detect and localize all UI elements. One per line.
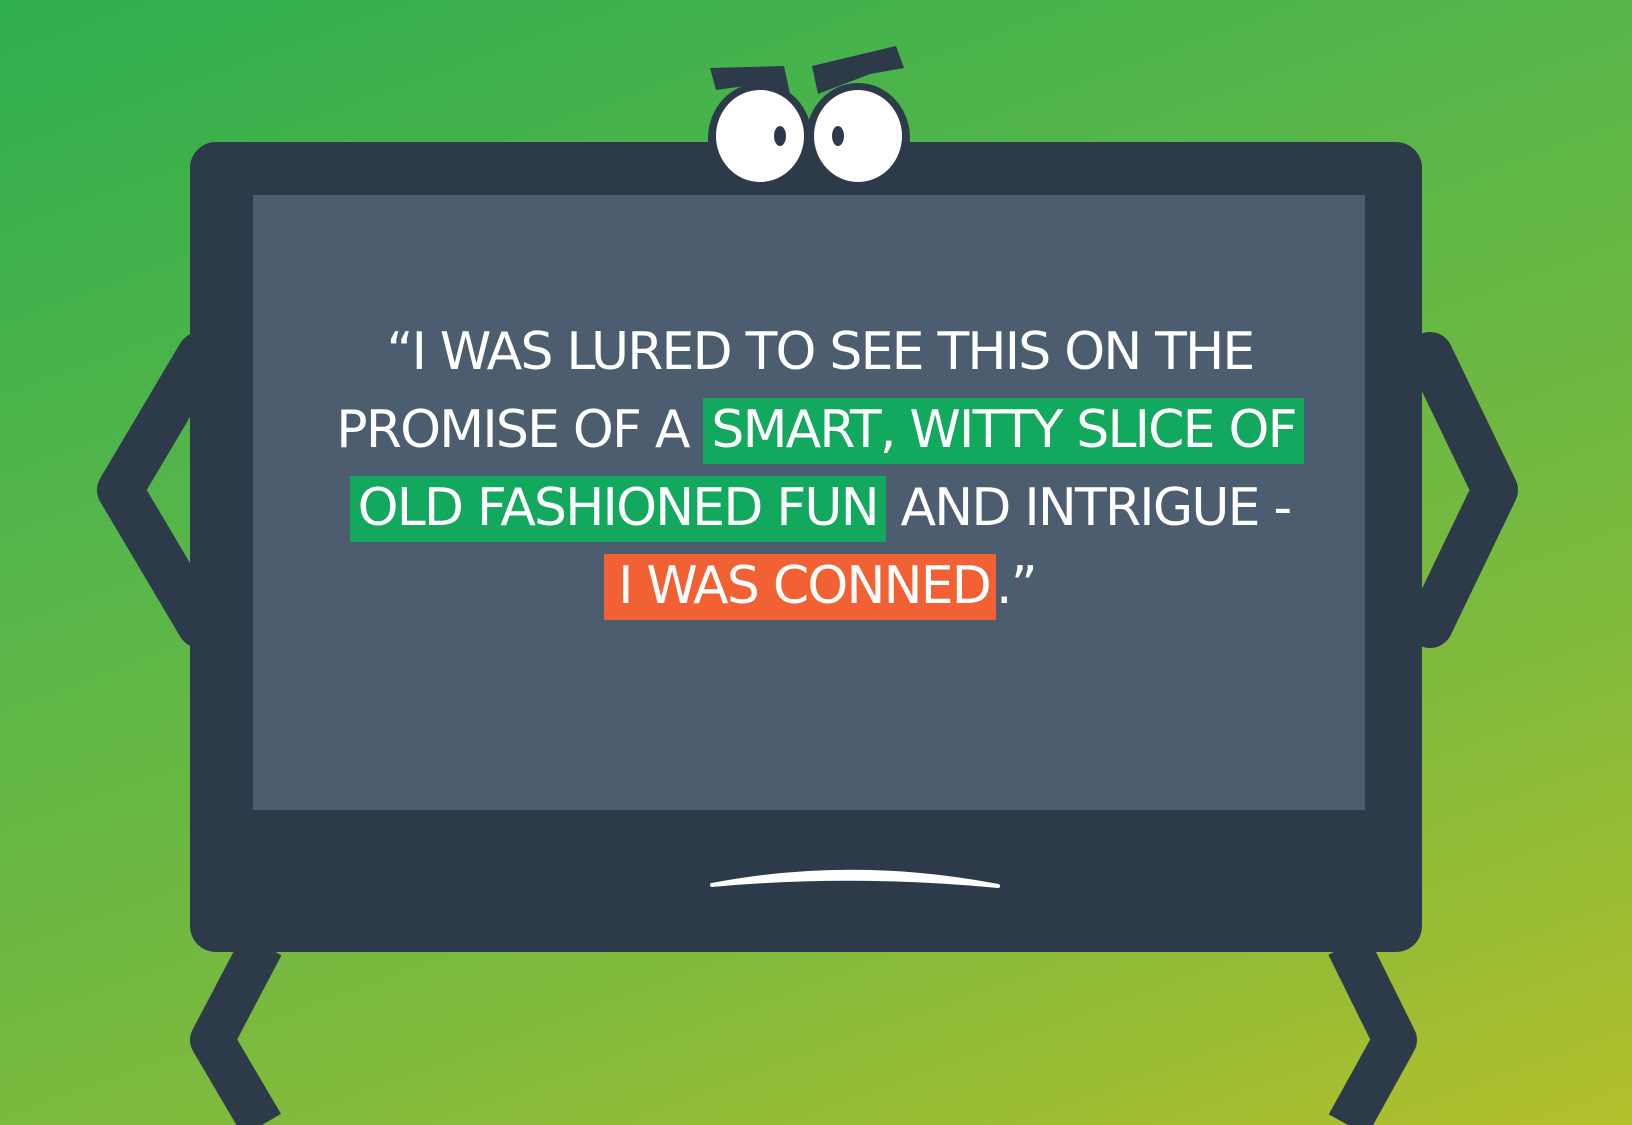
green-highlight: OLD FASHIONED FUN bbox=[349, 476, 886, 542]
left-leg-icon bbox=[190, 934, 282, 1125]
right-pupil-icon bbox=[832, 126, 844, 146]
left-pupil-icon bbox=[774, 126, 786, 146]
green-highlight: SMART, WITTY SLICE OF bbox=[703, 398, 1304, 464]
review-quote: “I WAS LURED TO SEE THIS ON THE PROMISE … bbox=[275, 313, 1365, 625]
quote-text: PROMISE OF A bbox=[336, 400, 704, 460]
orange-highlight: I WAS CONNED bbox=[604, 554, 996, 620]
left-arm-icon bbox=[97, 332, 223, 648]
quote-text: AND INTRIGUE - bbox=[885, 478, 1293, 538]
quote-line-3: OLD FASHIONED FUN AND INTRIGUE - bbox=[275, 469, 1365, 547]
quote-text: .” bbox=[996, 556, 1038, 616]
quote-text: “I WAS LURED TO SEE THIS ON THE bbox=[386, 322, 1256, 382]
quote-line-2: PROMISE OF A SMART, WITTY SLICE OF bbox=[275, 391, 1365, 469]
right-arm-icon bbox=[1407, 332, 1518, 648]
quote-line-4: I WAS CONNED.” bbox=[275, 547, 1365, 625]
quote-line-1: “I WAS LURED TO SEE THIS ON THE bbox=[275, 313, 1365, 391]
right-leg-icon bbox=[1328, 935, 1417, 1125]
